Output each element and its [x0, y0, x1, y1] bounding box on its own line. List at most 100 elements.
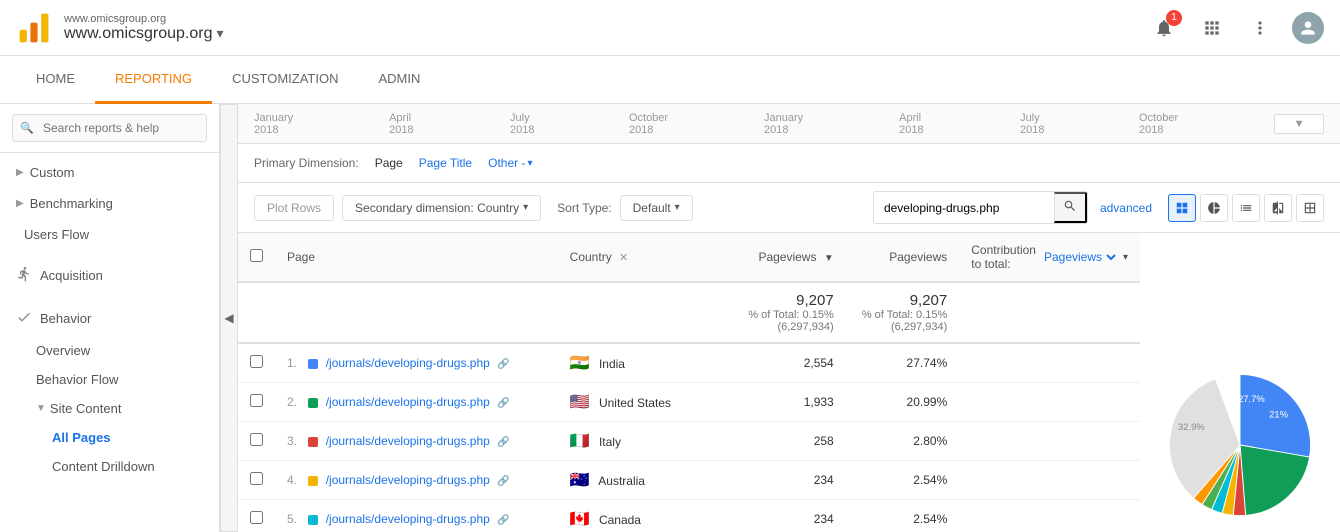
contribution-select[interactable]: Pageviews — [1040, 249, 1119, 265]
row-country: 🇮🇳 India — [558, 343, 720, 383]
header-pageviews: Pageviews — [846, 233, 960, 282]
country-flag: 🇨🇦 — [570, 511, 590, 528]
country-name: India — [599, 357, 625, 371]
row-checkbox[interactable] — [250, 355, 263, 368]
filter-input[interactable] — [874, 196, 1054, 220]
header-checkbox — [238, 233, 275, 282]
filter-search-button[interactable] — [1054, 192, 1087, 223]
row-pv1: 234 — [719, 461, 845, 500]
table-header-row: Page Country ✕ Pageviews ▼ Pageviews — [238, 233, 1140, 282]
view-pivot-button[interactable] — [1296, 194, 1324, 222]
table-chart-area: Page Country ✕ Pageviews ▼ Pageviews — [238, 233, 1340, 532]
row-page: 4. /journals/developing-drugs.php 🔗 — [275, 461, 558, 500]
pie-chart: 27.7%21%32.9% — [1160, 360, 1320, 530]
search-filter — [873, 191, 1088, 224]
select-all-checkbox[interactable] — [250, 249, 263, 262]
more-options-button[interactable] — [1244, 12, 1276, 44]
row-color-dot — [308, 437, 318, 447]
advanced-link[interactable]: advanced — [1100, 201, 1152, 215]
dim-page-title-button[interactable]: Page Title — [415, 154, 476, 172]
row-pv1: 258 — [719, 422, 845, 461]
svg-text:21%: 21% — [1269, 408, 1288, 419]
row-checkbox-cell — [238, 422, 275, 461]
sidebar-collapse-button[interactable]: ◀ — [220, 104, 238, 532]
table-row: 1. /journals/developing-drugs.php 🔗 🇮🇳 I… — [238, 343, 1140, 383]
row-pv2: 20.99% — [846, 383, 960, 422]
plot-rows-button[interactable]: Plot Rows — [254, 195, 334, 221]
primary-dimension-label: Primary Dimension: — [254, 156, 359, 170]
tab-customization[interactable]: CUSTOMIZATION — [212, 56, 358, 104]
notification-badge: 1 — [1166, 10, 1182, 26]
row-checkbox[interactable] — [250, 511, 263, 524]
external-link-icon: 🔗 — [497, 437, 509, 448]
row-page: 5. /journals/developing-drugs.php 🔗 — [275, 500, 558, 532]
collapse-arrow-icon: ▼ — [36, 403, 46, 414]
summary-pv1: 9,207 % of Total: 0.15% (6,297,934) — [719, 282, 845, 343]
sidebar-item-custom[interactable]: ▶ Custom — [0, 157, 219, 188]
view-grid-button[interactable] — [1168, 194, 1196, 222]
user-avatar[interactable] — [1292, 12, 1324, 44]
page-link[interactable]: /journals/developing-drugs.php — [326, 434, 490, 448]
external-link-icon: 🔗 — [497, 398, 509, 409]
row-checkbox[interactable] — [250, 472, 263, 485]
tab-admin[interactable]: ADMIN — [358, 56, 440, 104]
sidebar-item-overview[interactable]: Overview — [0, 336, 219, 365]
dim-page-button[interactable]: Page — [371, 154, 407, 172]
view-pie-button[interactable] — [1200, 194, 1228, 222]
svg-text:27.7%: 27.7% — [1238, 393, 1265, 404]
sidebar-item-all-pages[interactable]: All Pages — [0, 423, 219, 452]
sidebar-item-users-flow[interactable]: Users Flow — [0, 219, 219, 250]
tab-home[interactable]: HOME — [16, 56, 95, 104]
tab-reporting[interactable]: REPORTING — [95, 56, 212, 104]
sidebar-item-behavior[interactable]: Behavior — [0, 301, 219, 336]
summary-contribution-empty — [959, 282, 1140, 343]
row-page: 2. /journals/developing-drugs.php 🔗 — [275, 383, 558, 422]
sidebar-section-custom: ▶ Custom ▶ Benchmarking Users Flow — [0, 153, 219, 254]
row-contribution — [959, 383, 1140, 422]
row-pv1: 234 — [719, 500, 845, 532]
country-name: Italy — [599, 435, 621, 449]
search-input[interactable] — [12, 114, 207, 142]
timeline-label-2: April 2018 — [389, 112, 430, 136]
row-contribution — [959, 500, 1140, 532]
dropdown-arrow-icon[interactable]: ▾ — [217, 25, 224, 42]
row-checkbox[interactable] — [250, 433, 263, 446]
country-flag: 🇦🇺 — [570, 472, 590, 489]
view-table-button[interactable] — [1232, 194, 1260, 222]
row-checkbox-cell — [238, 461, 275, 500]
sidebar-item-site-content[interactable]: ▼ Site Content — [0, 394, 219, 423]
site-info: www.omicsgroup.org www.omicsgroup.org ▾ — [64, 13, 1148, 43]
row-page: 3. /journals/developing-drugs.php 🔗 — [275, 422, 558, 461]
header-page: Page — [275, 233, 558, 282]
apps-button[interactable] — [1196, 12, 1228, 44]
row-checkbox-cell — [238, 383, 275, 422]
arrow-icon: ▶ — [16, 167, 24, 178]
sidebar-item-benchmarking[interactable]: ▶ Benchmarking — [0, 188, 219, 219]
sidebar-item-acquisition[interactable]: Acquisition — [0, 258, 219, 293]
row-checkbox[interactable] — [250, 394, 263, 407]
data-table: Page Country ✕ Pageviews ▼ Pageviews — [238, 233, 1140, 532]
dim-other-button[interactable]: Other - ▾ — [484, 154, 536, 172]
header-pageviews-sort[interactable]: Pageviews ▼ — [719, 233, 845, 282]
row-color-dot — [308, 476, 318, 486]
sort-type-button[interactable]: Default ▾ — [620, 195, 693, 221]
page-link[interactable]: /journals/developing-drugs.php — [326, 512, 490, 526]
sidebar-item-content-drilldown[interactable]: Content Drilldown — [0, 452, 219, 481]
summary-pv2: 9,207 % of Total: 0.15% (6,297,934) — [846, 282, 960, 343]
dim-other-arrow-icon: ▾ — [527, 158, 532, 169]
view-compare-button[interactable] — [1264, 194, 1292, 222]
contribution-arrow-icon: ▾ — [1123, 252, 1128, 263]
content-area: January 2018 April 2018 July 2018 Octobe… — [238, 104, 1340, 532]
notifications-button[interactable]: 1 — [1148, 12, 1180, 44]
page-link[interactable]: /journals/developing-drugs.php — [326, 395, 490, 409]
secondary-dimension-button[interactable]: Secondary dimension: Country ▾ — [342, 195, 541, 221]
chart-toggle[interactable]: ▼ — [1274, 114, 1324, 134]
page-link[interactable]: /journals/developing-drugs.php — [326, 356, 490, 370]
sec-dim-arrow-icon: ▾ — [523, 202, 528, 213]
row-country: 🇨🇦 Canada — [558, 500, 720, 532]
sidebar-item-behavior-flow[interactable]: Behavior Flow — [0, 365, 219, 394]
page-link[interactable]: /journals/developing-drugs.php — [326, 473, 490, 487]
arrow-icon: ▶ — [16, 198, 24, 209]
country-remove-icon[interactable]: ✕ — [619, 252, 628, 264]
pie-chart-container: 27.7%21%32.9% — [1140, 233, 1340, 532]
